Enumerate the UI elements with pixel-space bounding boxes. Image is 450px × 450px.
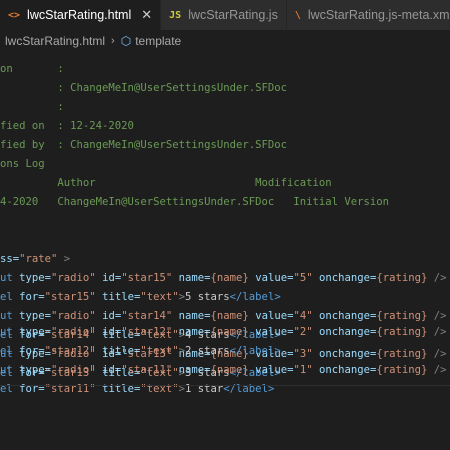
chevron-right-icon: › (111, 35, 115, 47)
bracket-token: /> (427, 272, 447, 284)
string-token: "text" (140, 291, 179, 303)
bracket-token: > (57, 253, 71, 265)
js-file-icon: JS (169, 9, 182, 21)
string-token: "star14" (121, 310, 173, 322)
attr-token: title= (95, 329, 141, 341)
attr-token: value= (248, 348, 294, 360)
attr-token: type= (12, 272, 52, 284)
text-token: 4 stars (185, 329, 230, 341)
tab-lwcstarrating-meta-xml[interactable]: \ lwcStarRating.js-meta.xml (286, 0, 450, 30)
attr-token: ss= (0, 253, 20, 265)
string-token: "star14" (44, 329, 96, 341)
attr-token: name= (172, 348, 211, 360)
breadcrumb-node[interactable]: template (135, 34, 181, 48)
code-line: Author Modification (0, 177, 332, 189)
attr-token: name= (172, 310, 211, 322)
expr-token: {name} (210, 272, 249, 284)
attr-token: onchange= (312, 348, 377, 360)
tab-label: lwcStarRating.js-meta.xml (307, 8, 450, 22)
breadcrumb-file[interactable]: lwcStarRating.html (5, 34, 105, 48)
string-token: "star13" (44, 367, 96, 379)
string-token: "5" (293, 272, 313, 284)
attr-token: id= (95, 348, 122, 360)
html-file-icon: <> (8, 9, 21, 21)
tab-lwcstarrating-html[interactable]: <> lwcStarRating.html ✕ (0, 0, 162, 30)
attr-token: id= (95, 272, 122, 284)
tag-token: el (0, 329, 13, 341)
string-token: "text" (140, 367, 179, 379)
code-editor[interactable]: on : : ChangeMeIn@UserSettingsUnder.SFDo… (0, 60, 450, 380)
tag-token: el (0, 291, 13, 303)
breadcrumb: lwcStarRating.html › ⬡ template (0, 30, 450, 52)
string-token: "text" (140, 329, 179, 341)
string-token: "3" (293, 348, 313, 360)
attr-token: type= (12, 310, 52, 322)
tab-lwcstarrating-js[interactable]: JS lwcStarRating.js (161, 0, 287, 30)
panel-divider (0, 385, 450, 386)
tab-label: lwcStarRating.html (27, 8, 132, 22)
code-line: : (0, 101, 64, 113)
code-line-label: el for="star15" title="text">5 stars</la… (0, 288, 281, 307)
element-node-icon: ⬡ (120, 34, 132, 48)
attr-token: value= (248, 272, 294, 284)
expr-token: {rating} (376, 348, 428, 360)
string-token: "rate" (19, 253, 58, 265)
code-line: fied by : ChangeMeIn@UserSettingsUnder.S… (0, 139, 288, 151)
string-token: "4" (293, 310, 313, 322)
code-line: on : (0, 63, 64, 75)
editor-tab-bar: <> lwcStarRating.html ✕ JS lwcStarRating… (0, 0, 450, 30)
string-token: "star15" (44, 291, 96, 303)
code-line-label: el for="star13" title="text">3 stars</la… (0, 364, 281, 383)
string-token: "radio" (51, 348, 96, 360)
attr-token: title= (95, 291, 141, 303)
tag-token: </label> (229, 329, 281, 341)
code-line-input: ut type="radio" id="star15" name={name} … (0, 269, 447, 288)
attr-token: title= (95, 367, 141, 379)
bracket-token: /> (427, 348, 447, 360)
tag-token: </label> (229, 367, 281, 379)
code-line: 4-2020 ChangeMeIn@UserSettingsUnder.SFDo… (0, 196, 390, 208)
code-line: fied on : 12-24-2020 (0, 120, 134, 132)
text-token: 5 stars (185, 291, 230, 303)
attr-token: name= (172, 272, 211, 284)
xml-file-icon: \ (294, 9, 301, 21)
string-token: "radio" (51, 310, 96, 322)
expr-token: {rating} (376, 272, 428, 284)
text-token: 3 stars (185, 367, 230, 379)
string-token: "star13" (121, 348, 173, 360)
code-line: : ChangeMeIn@UserSettingsUnder.SFDoc (0, 82, 288, 94)
attr-token: onchange= (312, 310, 377, 322)
expr-token: {name} (210, 310, 249, 322)
close-icon[interactable]: ✕ (141, 7, 152, 23)
code-line: ons Log (0, 158, 45, 170)
attr-token: for= (12, 367, 45, 379)
attr-token: onchange= (312, 272, 377, 284)
attr-token: type= (12, 348, 52, 360)
attr-token: value= (248, 310, 294, 322)
string-token: "radio" (51, 272, 96, 284)
attr-token: id= (95, 310, 122, 322)
tag-token: ut (0, 272, 13, 284)
tab-label: lwcStarRating.js (188, 8, 278, 22)
tag-token: el (0, 367, 13, 379)
tag-token: ut (0, 310, 13, 322)
code-line-input: ut type="radio" id="star14" name={name} … (0, 307, 447, 326)
expr-token: {rating} (376, 310, 428, 322)
tag-token: </label> (229, 291, 281, 303)
attr-token: for= (12, 329, 45, 341)
code-line: ss="rate" > (0, 250, 70, 269)
expr-token: {name} (210, 348, 249, 360)
code-line-label: el for="star14" title="text">4 stars</la… (0, 326, 281, 345)
attr-token: for= (12, 291, 45, 303)
code-line-input: ut type="radio" id="star13" name={name} … (0, 345, 447, 364)
string-token: "star15" (121, 272, 173, 284)
tag-token: ut (0, 348, 13, 360)
bracket-token: /> (427, 310, 447, 322)
